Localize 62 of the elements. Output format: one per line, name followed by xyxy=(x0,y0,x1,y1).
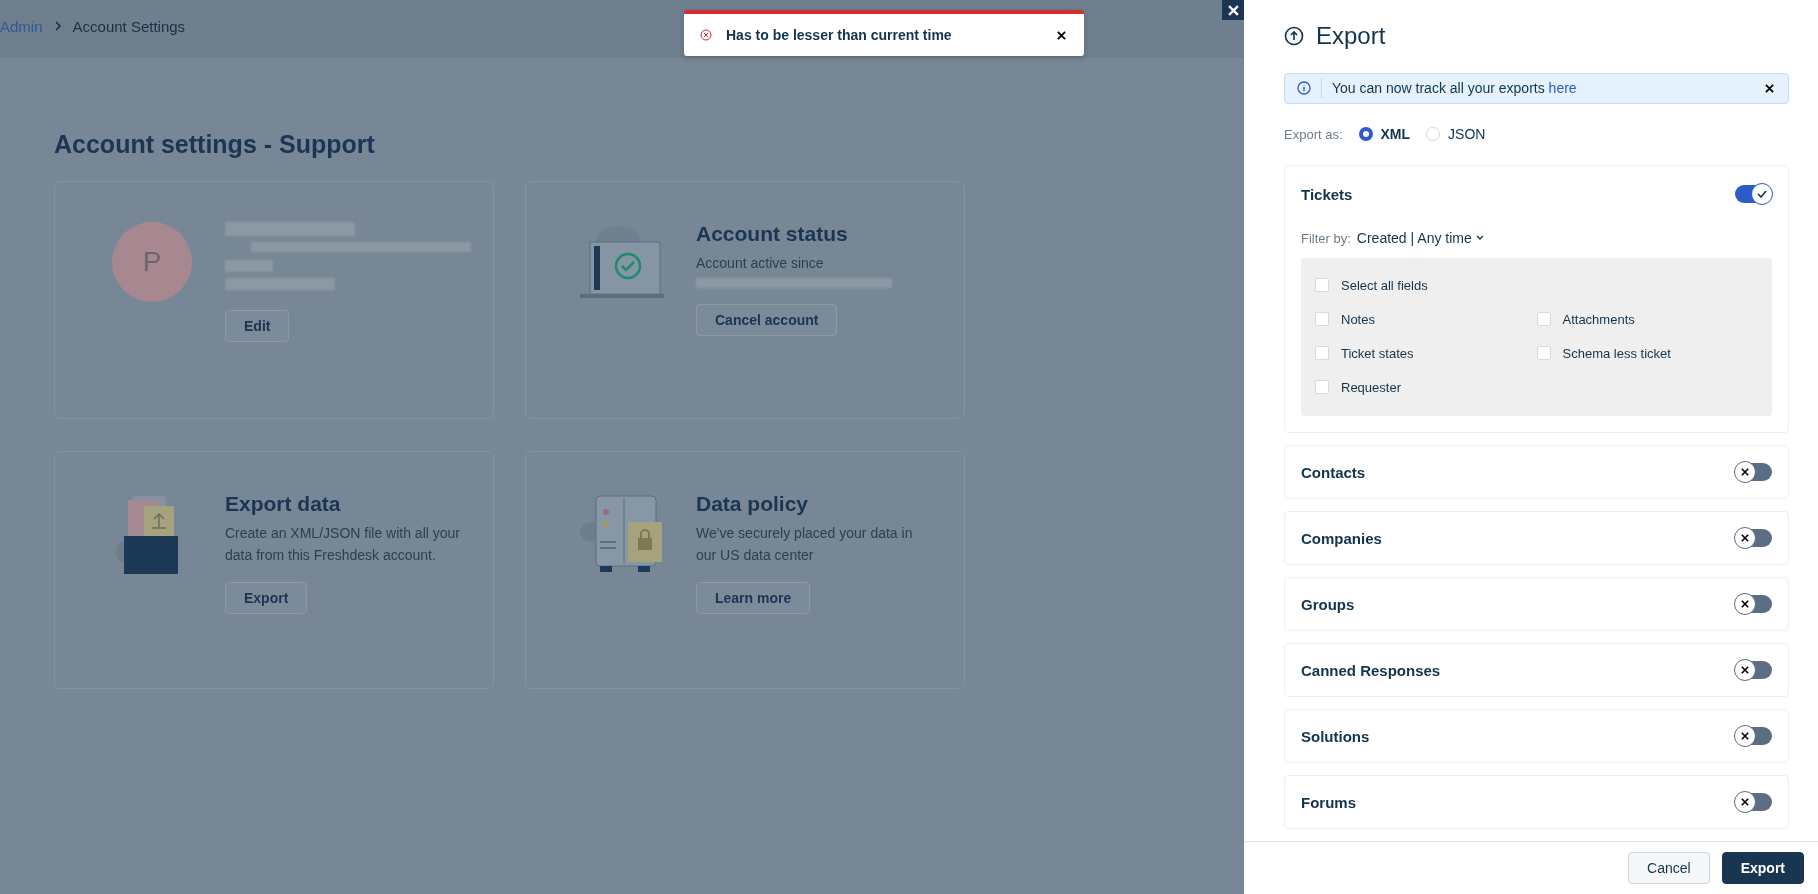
section-title: Groups xyxy=(1301,595,1355,613)
field-checkbox[interactable]: Select all fields xyxy=(1315,268,1758,302)
card-button[interactable]: Export xyxy=(225,582,308,614)
filter-label: Filter by: xyxy=(1301,230,1351,246)
toggle-switch[interactable] xyxy=(1735,463,1772,481)
exports-link[interactable]: here xyxy=(1548,80,1577,97)
section-title: Solutions xyxy=(1301,727,1370,745)
cross-icon xyxy=(1741,468,1749,476)
toggle-switch[interactable] xyxy=(1735,727,1772,745)
avatar: P xyxy=(112,222,192,302)
field-checkbox[interactable]: Requester xyxy=(1315,370,1537,404)
breadcrumb-current: Account Settings xyxy=(72,17,186,35)
format-radio[interactable]: XML xyxy=(1358,126,1411,143)
card-title: Data policy xyxy=(696,492,809,516)
filter-dropdown[interactable]: Created | Any time xyxy=(1356,230,1484,246)
close-icon xyxy=(1057,30,1066,40)
format-radio[interactable]: JSON xyxy=(1426,126,1486,143)
close-button[interactable] xyxy=(1055,28,1068,42)
export-button[interactable]: Export xyxy=(1721,852,1804,884)
chevron-right-icon xyxy=(52,21,63,31)
toggle-switch[interactable] xyxy=(1735,185,1772,203)
cancel-button[interactable]: Cancel xyxy=(1628,852,1710,884)
field-checkbox[interactable]: Notes xyxy=(1315,302,1537,336)
edit-button[interactable]: Edit xyxy=(225,310,290,342)
card-description: Account active since xyxy=(696,254,824,273)
toggle-switch[interactable] xyxy=(1735,661,1772,679)
check-icon xyxy=(1757,190,1767,198)
cross-icon xyxy=(1741,534,1749,542)
cross-icon xyxy=(1741,798,1749,806)
cross-icon xyxy=(1741,666,1749,674)
close-button[interactable] xyxy=(1222,0,1244,20)
page-title: Account settings - Support xyxy=(54,130,376,159)
cross-icon xyxy=(1741,600,1749,608)
toast-message: Has to be lesser than current time xyxy=(726,27,953,43)
section-title: Canned Responses xyxy=(1301,661,1441,679)
section-title: Tickets xyxy=(1301,185,1353,203)
close-icon xyxy=(1227,4,1239,16)
card-title: Account status xyxy=(696,222,848,246)
error-icon xyxy=(700,29,712,41)
close-icon xyxy=(1765,83,1774,93)
card-description: We've securely placed your data in our US data center xyxy=(696,524,914,565)
card-title: Export data xyxy=(225,492,341,516)
field-checkbox[interactable]: Ticket states xyxy=(1315,336,1537,370)
cross-icon xyxy=(1741,732,1749,740)
card-button[interactable]: Cancel account xyxy=(696,304,838,336)
toggle-switch[interactable] xyxy=(1735,793,1772,811)
field-checkbox[interactable]: Schema less ticket xyxy=(1536,336,1758,370)
format-label: Export as: xyxy=(1284,126,1343,142)
section-title: Companies xyxy=(1301,529,1382,547)
field-checkbox[interactable]: Attachments xyxy=(1536,302,1758,336)
panel-title: Export xyxy=(1316,22,1386,50)
toggle-switch[interactable] xyxy=(1735,595,1772,613)
toggle-switch[interactable] xyxy=(1735,529,1772,547)
info-icon xyxy=(1297,81,1311,96)
caret-icon xyxy=(1475,235,1484,241)
card-description: Create an XML/JSON file with all your data from this Freshdesk account. xyxy=(225,524,461,565)
upload-circle-icon xyxy=(1284,26,1304,46)
section-title: Contacts xyxy=(1301,463,1366,481)
info-message: You can now track all your exports here xyxy=(1332,80,1578,97)
close-button[interactable] xyxy=(1763,81,1776,95)
card-button[interactable]: Learn more xyxy=(696,582,811,614)
section-title: Forums xyxy=(1301,793,1356,811)
